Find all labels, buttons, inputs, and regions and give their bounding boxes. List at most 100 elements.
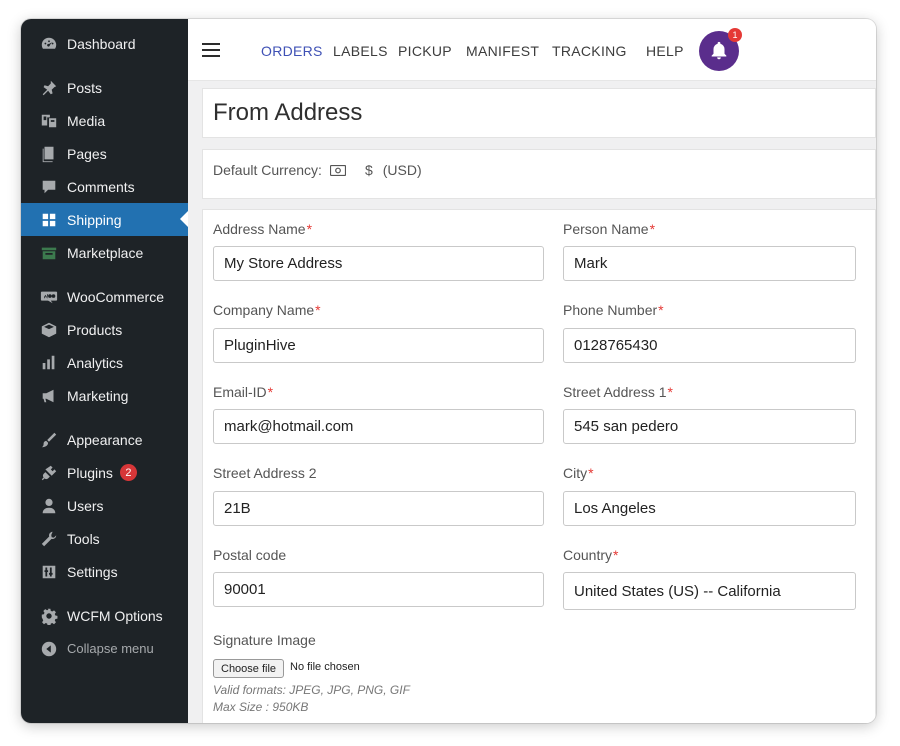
street-address-2-input[interactable] (213, 491, 544, 526)
valid-formats-hint: Valid formats: JPEG, JPG, PNG, GIF (213, 683, 410, 697)
nav-link-labels[interactable]: LABELS (333, 43, 388, 59)
street-address-1-input[interactable] (563, 409, 856, 444)
sidebar-item-pages[interactable]: Pages (21, 137, 188, 170)
title-card: From Address (202, 88, 876, 138)
required-marker: * (613, 547, 619, 563)
street-address-1-label: Street Address 1* (563, 384, 673, 400)
sidebar-item-marketing[interactable]: Marketing (21, 379, 188, 412)
sidebar-item-label: WCFM Options (67, 607, 163, 624)
address-name-input[interactable] (213, 246, 544, 281)
hamburger-menu-icon[interactable] (202, 43, 220, 57)
required-marker: * (588, 465, 594, 481)
woo-icon (39, 287, 59, 307)
page-title: From Address (213, 99, 363, 126)
company-name-input[interactable] (213, 328, 544, 363)
wrench-icon (39, 529, 59, 549)
dashboard-icon (39, 34, 59, 54)
sidebar-item-settings[interactable]: Settings (21, 555, 188, 588)
sidebar-item-label: Media (67, 112, 106, 129)
person-name-input[interactable] (563, 246, 856, 281)
currency-card: Default Currency: $ (USD) (202, 149, 876, 199)
street-address-2-label: Street Address 2 (213, 465, 317, 481)
phone-number-input[interactable] (563, 328, 856, 363)
sidebar-item-shipping[interactable]: Shipping (21, 203, 188, 236)
box-icon (39, 320, 59, 340)
email-label: Email-ID* (213, 384, 274, 400)
gear-icon (39, 606, 59, 626)
sidebar-item-label: Shipping (67, 211, 122, 228)
nav-link-pickup[interactable]: PICKUP (398, 43, 452, 59)
sidebar-item-label: Marketing (67, 387, 129, 404)
pin-icon (39, 78, 59, 98)
sidebar-item-appearance[interactable]: Appearance (21, 423, 188, 456)
plugin-top-nav: ORDERS LABELS PICKUP MANIFEST TRACKING H… (188, 19, 876, 81)
sidebar-item-posts[interactable]: Posts (21, 71, 188, 104)
sidebar-item-label: Appearance (67, 431, 143, 448)
company-name-label: Company Name* (213, 302, 321, 318)
grid-icon (39, 210, 59, 230)
sidebar-item-comments[interactable]: Comments (21, 170, 188, 203)
max-size-hint: Max Size : 950KB (213, 700, 309, 714)
person-name-label: Person Name* (563, 221, 656, 237)
sidebar-item-plugins[interactable]: Plugins 2 (21, 456, 188, 489)
nav-link-orders[interactable]: ORDERS (261, 43, 323, 59)
city-input[interactable] (563, 491, 856, 526)
phone-number-label: Phone Number* (563, 302, 664, 318)
sidebar-item-products[interactable]: Products (21, 313, 188, 346)
plug-icon (39, 463, 59, 483)
sidebar-item-media[interactable]: Media (21, 104, 188, 137)
required-marker: * (306, 221, 313, 237)
postal-code-label: Postal code (213, 547, 287, 563)
sidebar-item-label: WooCommerce (67, 288, 164, 305)
required-marker: * (267, 384, 274, 400)
sidebar-item-users[interactable]: Users (21, 489, 188, 522)
sidebar-item-tools[interactable]: Tools (21, 522, 188, 555)
signature-image-label: Signature Image (213, 632, 316, 648)
sliders-icon (39, 562, 59, 582)
file-status-text: No file chosen (290, 661, 360, 673)
comment-icon (39, 177, 59, 197)
nav-link-manifest[interactable]: MANIFEST (466, 43, 539, 59)
required-marker: * (315, 302, 321, 318)
required-marker: * (649, 221, 656, 237)
plugins-update-badge: 2 (119, 464, 137, 481)
media-icon (39, 111, 59, 131)
currency-symbol: $ (364, 162, 373, 178)
sidebar-item-analytics[interactable]: Analytics (21, 346, 188, 379)
sidebar-item-label: Products (67, 321, 123, 338)
required-marker: * (667, 384, 673, 400)
browser-window: Dashboard Posts Media Pages Comments Shi… (21, 19, 876, 723)
sidebar-item-label: Settings (67, 563, 118, 580)
postal-code-input[interactable] (213, 572, 544, 607)
sidebar-item-label: Users (67, 497, 104, 514)
address-name-label: Address Name* (213, 221, 313, 237)
address-form-card: Address Name* Person Name* Company Name*… (202, 209, 876, 723)
paintbrush-icon (39, 430, 59, 450)
sidebar-item-label: Collapse menu (67, 641, 154, 656)
megaphone-icon (39, 386, 59, 406)
marketplace-icon (39, 243, 59, 263)
country-label: Country* (563, 547, 619, 563)
nav-link-help[interactable]: HELP (646, 43, 684, 59)
sidebar-item-label: Dashboard (67, 35, 136, 52)
pages-icon (39, 144, 59, 164)
notification-count-badge: 1 (728, 28, 742, 42)
sidebar-item-label: Marketplace (67, 244, 144, 261)
sidebar-item-dashboard[interactable]: Dashboard (21, 27, 188, 60)
collapse-icon (39, 639, 59, 659)
sidebar-collapse-menu[interactable]: Collapse menu (21, 632, 188, 665)
city-label: City* (563, 465, 594, 481)
sidebar-item-label: Tools (67, 530, 100, 547)
sidebar-item-wcfm-options[interactable]: WCFM Options (21, 599, 188, 632)
choose-file-button[interactable]: Choose file (213, 659, 285, 678)
email-input[interactable] (213, 409, 544, 444)
sidebar-item-woocommerce[interactable]: WooCommerce (21, 280, 188, 313)
sidebar-item-label: Plugins (67, 464, 113, 481)
sidebar-item-label: Posts (67, 79, 103, 96)
country-select[interactable]: United States (US) -- California (563, 572, 856, 610)
sidebar-item-marketplace[interactable]: Marketplace (21, 236, 188, 269)
sidebar-item-label: Analytics (67, 354, 124, 371)
nav-link-tracking[interactable]: TRACKING (552, 43, 627, 59)
bell-icon (711, 41, 727, 60)
main-content: ORDERS LABELS PICKUP MANIFEST TRACKING H… (188, 19, 876, 723)
